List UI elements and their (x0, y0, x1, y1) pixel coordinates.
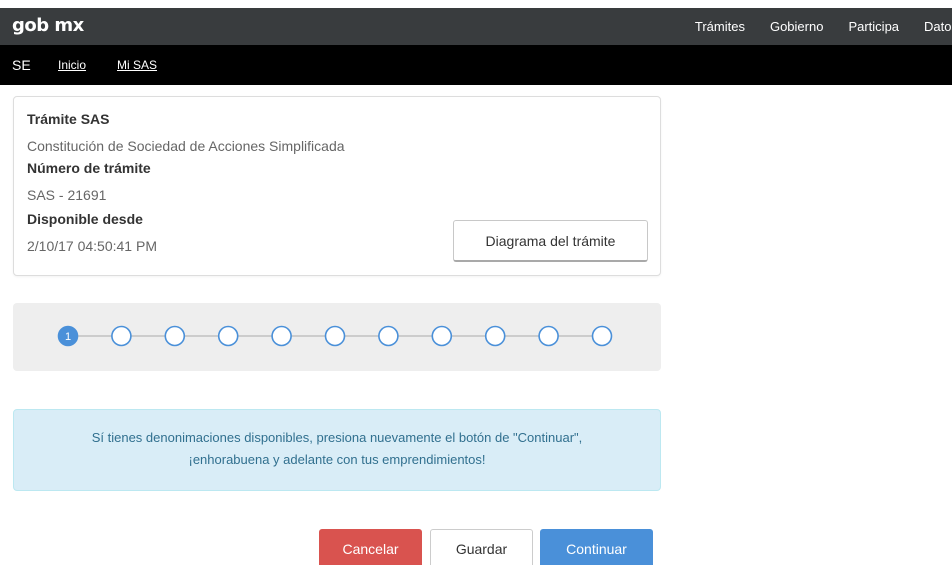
nav-item-gobierno[interactable]: Gobierno (770, 19, 823, 34)
tramite-description: Constitución de Sociedad de Acciones Sim… (27, 138, 345, 154)
sub-navbar: SE Inicio Mi SAS (0, 45, 952, 85)
step-10-circle (538, 325, 559, 347)
info-alert: Sí tienes denonimaciones disponibles, pr… (13, 409, 661, 491)
save-button[interactable]: Guardar (430, 529, 533, 565)
tramite-info-card: Trámite SAS Constitución de Sociedad de … (13, 96, 661, 276)
tramite-title: Trámite SAS (27, 111, 110, 127)
step-2-circle (111, 325, 132, 347)
breadcrumb-mi-sas-link[interactable]: Mi SAS (117, 58, 157, 72)
section-label: SE (12, 57, 31, 73)
step-8-circle (431, 325, 453, 347)
step-9-circle (484, 325, 506, 347)
tramite-number-value: SAS - 21691 (27, 187, 107, 203)
step-6-circle (324, 325, 346, 347)
nav-item-tramites[interactable]: Trámites (695, 19, 745, 34)
available-since-value: 2/10/17 04:50:41 PM (27, 238, 157, 254)
available-since-label: Disponible desde (27, 211, 143, 227)
alert-line-1: Sí tienes denonimaciones disponibles, pr… (91, 430, 583, 445)
continue-button[interactable]: Continuar (540, 529, 653, 565)
nav-item-datos[interactable]: Datos (924, 19, 952, 34)
step-3-circle (164, 325, 186, 347)
cancel-button[interactable]: Cancelar (319, 529, 422, 565)
top-navbar: gob mx Trámites Gobierno Participa Datos (0, 8, 952, 45)
current-step-number: 1 (65, 331, 71, 343)
diagram-button[interactable]: Diagrama del trámite (453, 220, 648, 262)
nav-item-participa[interactable]: Participa (848, 19, 899, 34)
gobmx-logo[interactable]: gob mx (12, 15, 84, 36)
step-4-circle (217, 325, 239, 347)
alert-line-2: ¡enhorabuena y adelante con tus emprendi… (188, 452, 486, 467)
top-nav: Trámites Gobierno Participa Datos (695, 8, 952, 45)
step-5-circle (271, 325, 292, 347)
tramite-number-label: Número de trámite (27, 160, 151, 176)
step-11-circle (591, 325, 613, 347)
breadcrumb-inicio-link[interactable]: Inicio (58, 58, 86, 72)
stepper-track: 1 (57, 325, 613, 347)
progress-stepper: 1 (13, 303, 661, 371)
step-7-circle (378, 325, 399, 347)
